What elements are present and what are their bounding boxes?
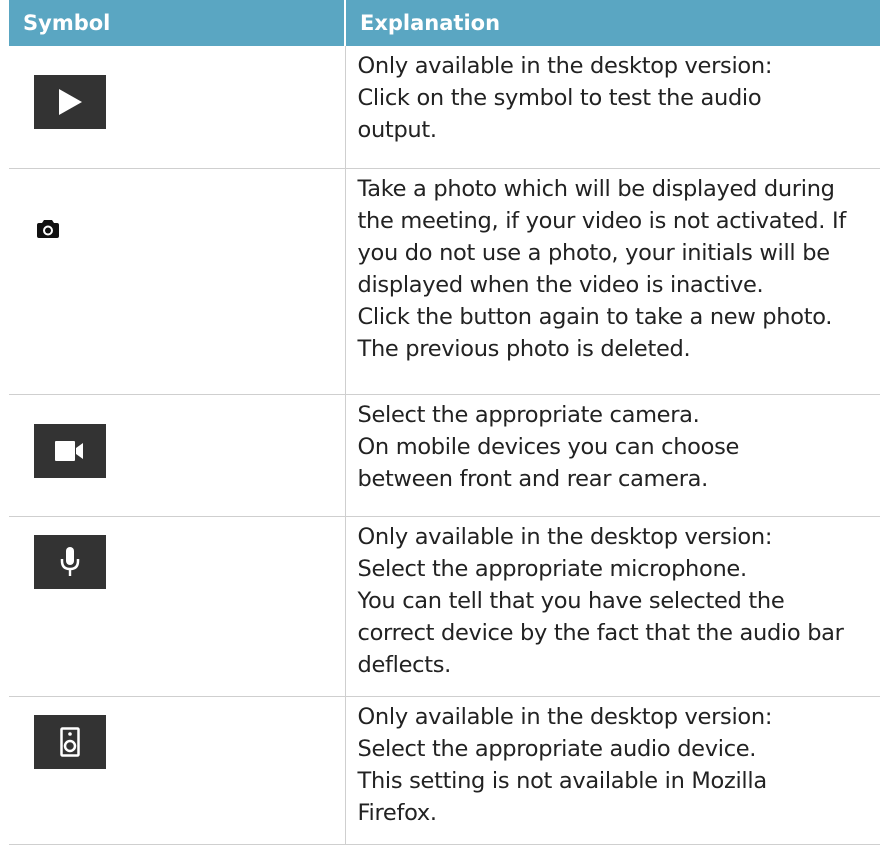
explanation-line: the meeting, if your video is not activa…: [357, 207, 847, 234]
explanation-line: Click the button again to take a new pho…: [357, 303, 833, 330]
explanation-line: Only available in the desktop version:: [357, 53, 773, 79]
explanation-cell: Only available in the desktop version: S…: [345, 516, 880, 697]
symbol-cell: [9, 696, 346, 845]
explanation-line: Take a photo which will be displayed dur…: [357, 175, 835, 202]
explanation-line: Select the appropriate audio device.: [357, 735, 757, 762]
explanation-line: correct device by the fact that the audi…: [357, 619, 844, 646]
header-explanation: Explanation: [344, 0, 880, 46]
explanation-line: You can tell that you have selected the: [357, 587, 785, 614]
video-camera-icon[interactable]: [34, 423, 106, 478]
symbol-cell: [9, 394, 346, 517]
explanation-line: output.: [357, 117, 438, 143]
explanation-cell: Take a photo which will be displayed dur…: [345, 168, 880, 395]
explanation-cell: Only available in the desktop version: C…: [345, 46, 880, 169]
explanation-line: between front and rear camera.: [357, 465, 709, 492]
explanation-line: you do not use a photo, your initials wi…: [357, 239, 831, 266]
speaker-icon[interactable]: [34, 714, 106, 769]
explanation-line: Only available in the desktop version:: [357, 523, 773, 550]
header-symbol: Symbol: [9, 0, 345, 46]
camera-icon[interactable]: [37, 219, 59, 242]
table-row: Take a photo which will be displayed dur…: [9, 168, 880, 395]
explanation-line: deflects.: [357, 651, 452, 678]
explanation-line: Select the appropriate microphone.: [357, 555, 748, 582]
table-row: Only available in the desktop version: C…: [9, 46, 880, 169]
explanation-cell: Only available in the desktop version: S…: [345, 696, 880, 845]
symbol-cell: [9, 46, 346, 169]
explanation-line: displayed when the video is inactive.: [357, 271, 764, 298]
symbol-table: Symbol Explanation Only available in the…: [9, 0, 880, 845]
explanation-line: Click on the symbol to test the audio: [357, 85, 762, 111]
table-row: Only available in the desktop version: S…: [9, 696, 880, 845]
table-row: Only available in the desktop version: S…: [9, 516, 880, 697]
table-row: Select the appropriate camera. On mobile…: [9, 394, 880, 517]
table-header-row: Symbol Explanation: [9, 0, 880, 46]
explanation-line: Select the appropriate camera.: [357, 401, 700, 428]
microphone-icon[interactable]: [34, 534, 106, 589]
explanation-line: Only available in the desktop version:: [357, 703, 773, 730]
explanation-line: This setting is not available in Mozilla: [357, 767, 768, 794]
explanation-cell: Select the appropriate camera. On mobile…: [345, 394, 880, 517]
explanation-line: On mobile devices you can choose: [357, 433, 740, 460]
play-icon[interactable]: [34, 75, 106, 129]
explanation-line: The previous photo is deleted.: [357, 335, 691, 362]
symbol-cell: [9, 168, 346, 395]
symbol-cell: [9, 516, 346, 697]
